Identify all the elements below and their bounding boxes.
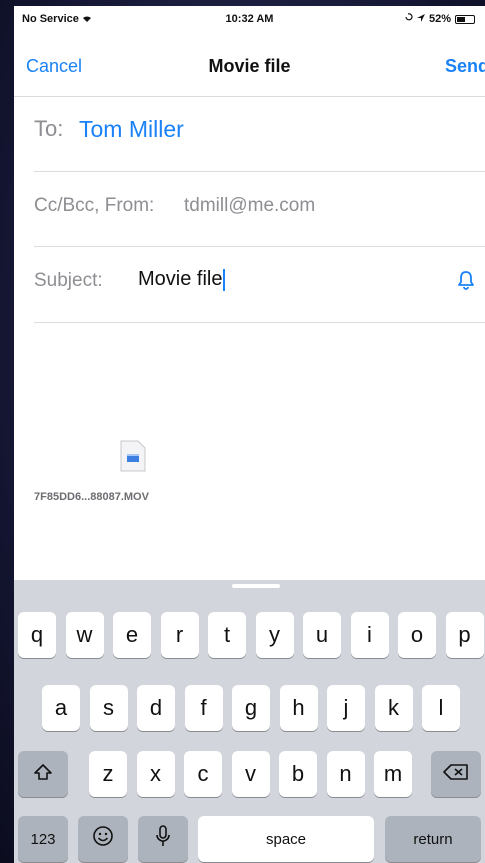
nav-bar: Cancel Movie file Send — [14, 34, 485, 97]
send-button[interactable]: Send — [445, 56, 485, 77]
key-l[interactable]: l — [422, 685, 460, 731]
key-g[interactable]: g — [232, 685, 270, 731]
microphone-icon — [155, 824, 171, 854]
recipient-token[interactable]: Tom Miller — [79, 116, 184, 143]
status-bar: No Service 10:32 AM 52% — [14, 6, 485, 34]
subject-label: Subject: — [34, 270, 103, 291]
subject-text: Movie file — [138, 268, 223, 290]
numbers-key[interactable]: 123 — [18, 816, 68, 862]
attachment-filename: 7F85DD6...88087.MOV — [34, 491, 149, 503]
key-v[interactable]: v — [231, 751, 270, 797]
key-r[interactable]: r — [160, 612, 199, 658]
battery-percent: 52% — [428, 13, 451, 25]
key-u[interactable]: u — [303, 612, 341, 658]
subject-input[interactable]: Movie file — [138, 268, 226, 291]
status-right: 52% — [404, 13, 475, 25]
from-address: tdmill@me.com — [184, 195, 316, 216]
page-title: Movie file — [208, 56, 291, 76]
notify-bell-icon[interactable] — [457, 270, 475, 290]
text-cursor — [223, 268, 226, 291]
key-q[interactable]: q — [18, 612, 56, 658]
phone-screen: No Service 10:32 AM 52% Cancel Movie fil… — [14, 6, 485, 863]
lock-rotation-icon — [404, 13, 413, 25]
keyboard-grabber[interactable] — [232, 584, 280, 588]
to-label: To: — [34, 116, 64, 141]
battery-fill — [457, 16, 466, 22]
location-icon — [416, 13, 425, 25]
key-z[interactable]: z — [89, 751, 127, 797]
shift-key[interactable] — [18, 751, 68, 797]
keyboard: q w e r t y u i o p a s d f g h j k l z x c v b n m 123 space return — [14, 580, 485, 863]
space-key[interactable]: space — [198, 816, 374, 862]
key-p[interactable]: p — [445, 612, 484, 658]
key-i[interactable]: i — [350, 612, 389, 658]
key-d[interactable]: d — [137, 685, 175, 731]
key-t[interactable]: t — [208, 612, 246, 658]
key-y[interactable]: y — [255, 612, 294, 658]
key-k[interactable]: k — [374, 685, 413, 731]
cc-label: Cc/Bcc, From: — [34, 195, 155, 216]
movie-file-icon[interactable] — [120, 440, 146, 472]
cc-bcc-from-field[interactable]: Cc/Bcc, From: tdmill@me.com — [34, 171, 485, 247]
dictation-key[interactable] — [138, 816, 188, 862]
return-key[interactable]: return — [385, 816, 481, 862]
key-j[interactable]: j — [327, 685, 365, 731]
shift-icon — [33, 761, 53, 787]
subject-field[interactable]: Subject: Movie file — [34, 246, 485, 323]
key-m[interactable]: m — [374, 751, 412, 797]
key-x[interactable]: x — [136, 751, 175, 797]
key-s[interactable]: s — [89, 685, 128, 731]
battery-icon — [455, 14, 475, 24]
key-n[interactable]: n — [326, 751, 365, 797]
emoji-key[interactable] — [78, 816, 128, 862]
key-o[interactable]: o — [398, 612, 436, 658]
emoji-icon — [92, 825, 114, 853]
key-e[interactable]: e — [113, 612, 151, 658]
backspace-key[interactable] — [431, 751, 481, 797]
key-b[interactable]: b — [279, 751, 317, 797]
key-f[interactable]: f — [184, 685, 223, 731]
key-a[interactable]: a — [42, 685, 80, 731]
key-h[interactable]: h — [279, 685, 318, 731]
key-w[interactable]: w — [65, 612, 104, 658]
to-field[interactable]: To: Tom Miller — [34, 96, 485, 172]
backspace-icon — [443, 761, 469, 787]
key-c[interactable]: c — [184, 751, 222, 797]
